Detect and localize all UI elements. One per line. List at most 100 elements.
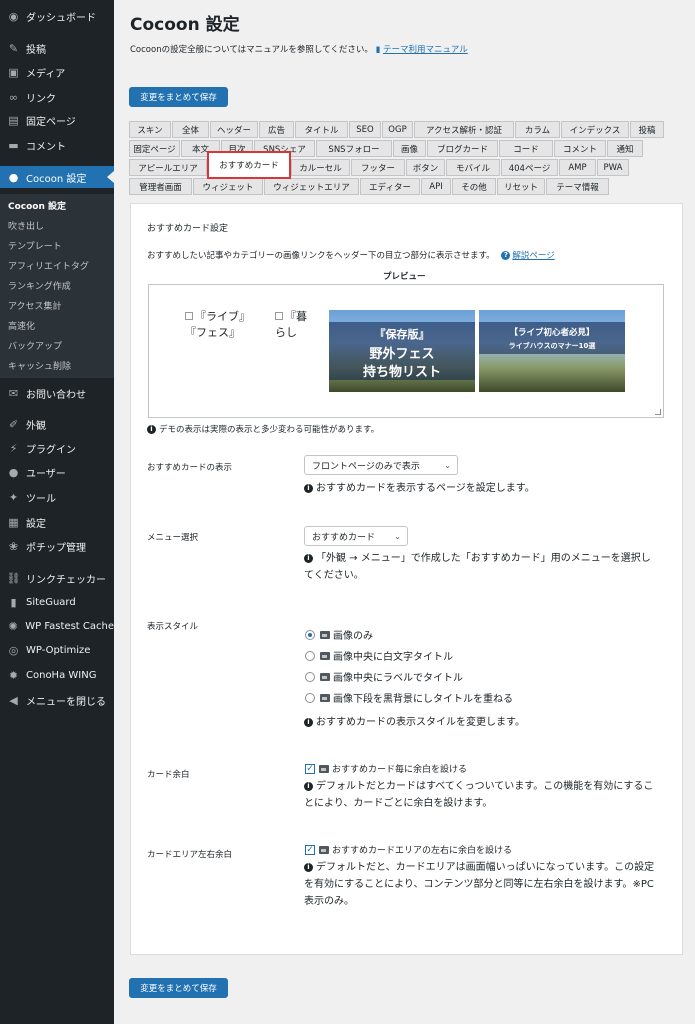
- tab-row3-8[interactable]: PWA: [597, 159, 629, 176]
- style-option-label-title[interactable]: 画像中央にラベルでタイトル: [305, 669, 463, 684]
- submenu-item[interactable]: バックアップ: [8, 339, 62, 352]
- submenu-item[interactable]: テンプレート: [8, 239, 62, 252]
- sidebar-item-appearance[interactable]: ✐ 外観: [0, 413, 114, 435]
- tab-row4-7[interactable]: テーマ情報: [546, 178, 609, 195]
- tab-row2-7[interactable]: コード: [499, 140, 553, 157]
- tab-row1-9[interactable]: インデックス: [561, 121, 629, 138]
- sidebar-item-page[interactable]: ▤ 固定ページ: [0, 109, 114, 131]
- tab-row2-8[interactable]: コメント: [554, 140, 606, 157]
- checkbox[interactable]: ✓: [305, 844, 315, 855]
- sidebar-item-paw[interactable]: ❀ ポチップ管理: [0, 535, 114, 557]
- submenu-item[interactable]: Cocoon 設定: [8, 199, 66, 212]
- radio-button[interactable]: [305, 629, 315, 640]
- margin-note-text: デフォルトだとカードはすべてくっついています。この機能を有効にすることにより、カ…: [304, 781, 654, 809]
- sidebar-item-label: メニューを閉じる: [26, 696, 106, 708]
- tab-row2-0[interactable]: 固定ページ: [129, 140, 180, 157]
- sidebar-item-plugin[interactable]: ⚡ プラグイン: [0, 437, 114, 459]
- resize-handle-icon[interactable]: [655, 409, 661, 415]
- tab-row1-8[interactable]: カラム: [515, 121, 560, 138]
- tab-row3-5[interactable]: モバイル: [446, 159, 500, 176]
- sidebar-item-cache[interactable]: ✺ WP Fastest Cache: [0, 615, 114, 637]
- sidebar-item-comment[interactable]: ▬ コメント: [0, 134, 114, 156]
- menu-select[interactable]: おすすめカード ⌄: [304, 526, 408, 546]
- submenu-item[interactable]: アフィリエイトタグ: [8, 259, 89, 272]
- link-icon: ∞: [8, 90, 19, 104]
- sidebar-item-user[interactable]: ● ユーザー: [0, 461, 114, 483]
- tab-row4-0[interactable]: 管理者画面: [129, 178, 192, 195]
- tab-row1-7[interactable]: アクセス解析・認証: [414, 121, 514, 138]
- pin-icon: ✎: [8, 41, 19, 55]
- page-title: Cocoon 設定: [130, 15, 240, 35]
- submenu-item[interactable]: ランキング作成: [8, 279, 71, 292]
- tab-row2-5[interactable]: 画像: [393, 140, 426, 157]
- tab-row1-6[interactable]: OGP: [382, 121, 413, 138]
- sidebar-item-tool[interactable]: ✦ ツール: [0, 486, 114, 508]
- tab-row4-5[interactable]: その他: [452, 178, 496, 195]
- tab-row1-2[interactable]: ヘッダー: [210, 121, 258, 138]
- save-button-bottom[interactable]: 変更をまとめて保存: [129, 978, 228, 998]
- area-margin-checkbox-row[interactable]: ✓ おすすめカードエリアの左右に余白を設ける: [305, 843, 512, 856]
- tab-row1-5[interactable]: SEO: [349, 121, 381, 138]
- recommended-card-2[interactable]: 【ライブ初心者必見】 ライブハウスのマナー10選: [479, 310, 625, 392]
- sidebar-item-mail[interactable]: ✉ お問い合わせ: [0, 382, 114, 404]
- help-link[interactable]: 解説ページ: [512, 251, 554, 261]
- radio-button[interactable]: [305, 692, 315, 703]
- tab-row1-1[interactable]: 全体: [172, 121, 209, 138]
- display-label: おすすめカードの表示: [147, 463, 233, 473]
- sidebar-item-label: プラグイン: [26, 444, 76, 456]
- sidebar-item-collapse[interactable]: ◀ メニューを閉じる: [0, 689, 114, 711]
- sidebar-item-gear[interactable]: ✹ ConoHa WING: [0, 664, 114, 686]
- demo-note-text: デモの表示は実際の表示と多少変わる可能性があります。: [159, 425, 380, 435]
- sidebar-item-label: コメント: [26, 141, 66, 153]
- sidebar-item-siteguard[interactable]: ▮ SiteGuard: [0, 591, 114, 613]
- style-option-white-title[interactable]: 画像中央に白文字タイトル: [305, 648, 453, 663]
- checkbox[interactable]: ✓: [305, 763, 315, 774]
- save-button-top[interactable]: 変更をまとめて保存: [129, 87, 228, 107]
- tab-row4-2[interactable]: ウィジェットエリア: [264, 178, 359, 195]
- radio-button[interactable]: [305, 671, 315, 682]
- margin-checkbox-label: おすすめカード毎に余白を設ける: [332, 765, 468, 775]
- area-margin-checkbox-label: おすすめカードエリアの左右に余白を設ける: [332, 846, 513, 856]
- style-option-black-band[interactable]: 画像下段を黒背景にしタイトルを重ねる: [305, 690, 513, 705]
- link-checker-icon: ⛓: [6, 571, 21, 585]
- tab-row3-7[interactable]: AMP: [559, 159, 596, 176]
- tab-row1-3[interactable]: 広告: [259, 121, 294, 138]
- tab-row3-2[interactable]: カルーセル: [291, 159, 350, 176]
- sidebar-item-cocoon[interactable]: ● Cocoon 設定: [0, 166, 114, 188]
- manual-link[interactable]: テーマ利用マニュアル: [383, 45, 468, 55]
- sidebar-item-optimize[interactable]: ◎ WP-Optimize: [0, 639, 114, 661]
- tab-row1-0[interactable]: スキン: [129, 121, 171, 138]
- sidebar-item-dashboard[interactable]: ◉ ダッシュボード: [0, 5, 114, 27]
- sidebar-item-settings[interactable]: ▦ 設定: [0, 511, 114, 533]
- tab-row4-3[interactable]: エディター: [360, 178, 420, 195]
- tab-row3-6[interactable]: 404ページ: [501, 159, 558, 176]
- optimize-icon: ◎: [8, 643, 19, 657]
- recommended-card-1[interactable]: 『保存版』 野外フェス 持ち物リスト: [329, 310, 475, 392]
- tab-row3-0[interactable]: アピールエリア: [129, 159, 207, 176]
- style-option-image-only[interactable]: 画像のみ: [305, 627, 373, 642]
- tab-row4-6[interactable]: リセット: [497, 178, 545, 195]
- collapse-icon: ◀: [9, 693, 18, 707]
- display-select[interactable]: フロントページのみで表示 ⌄: [304, 455, 458, 475]
- tab-row4-4[interactable]: API: [421, 178, 451, 195]
- sidebar-item-media[interactable]: ▣ メディア: [0, 61, 114, 83]
- tab-row3-1[interactable]: おすすめカード: [207, 151, 291, 179]
- sidebar-item-link[interactable]: ∞ リンク: [0, 86, 114, 108]
- submenu-item[interactable]: キャッシュ削除: [8, 359, 71, 372]
- tab-row1-10[interactable]: 投稿: [630, 121, 664, 138]
- sidebar-item-link-checker[interactable]: ⛓ リンクチェッカー: [0, 567, 114, 589]
- tab-row3-3[interactable]: フッター: [351, 159, 405, 176]
- sidebar-item-label: メディア: [26, 68, 66, 80]
- tab-row4-1[interactable]: ウィジェット: [193, 178, 263, 195]
- tab-row2-4[interactable]: SNSフォロー: [316, 140, 392, 157]
- submenu-item[interactable]: 吹き出し: [8, 219, 44, 232]
- sidebar-item-pin[interactable]: ✎ 投稿: [0, 37, 114, 59]
- tab-row2-6[interactable]: ブログカード: [427, 140, 498, 157]
- tab-row3-4[interactable]: ボタン: [406, 159, 445, 176]
- submenu-item[interactable]: アクセス集計: [8, 299, 62, 312]
- margin-checkbox-row[interactable]: ✓ おすすめカード毎に余白を設ける: [305, 762, 467, 775]
- radio-button[interactable]: [305, 650, 315, 661]
- tab-row2-9[interactable]: 通知: [607, 140, 643, 157]
- tab-row1-4[interactable]: タイトル: [295, 121, 348, 138]
- submenu-item[interactable]: 高速化: [8, 319, 35, 332]
